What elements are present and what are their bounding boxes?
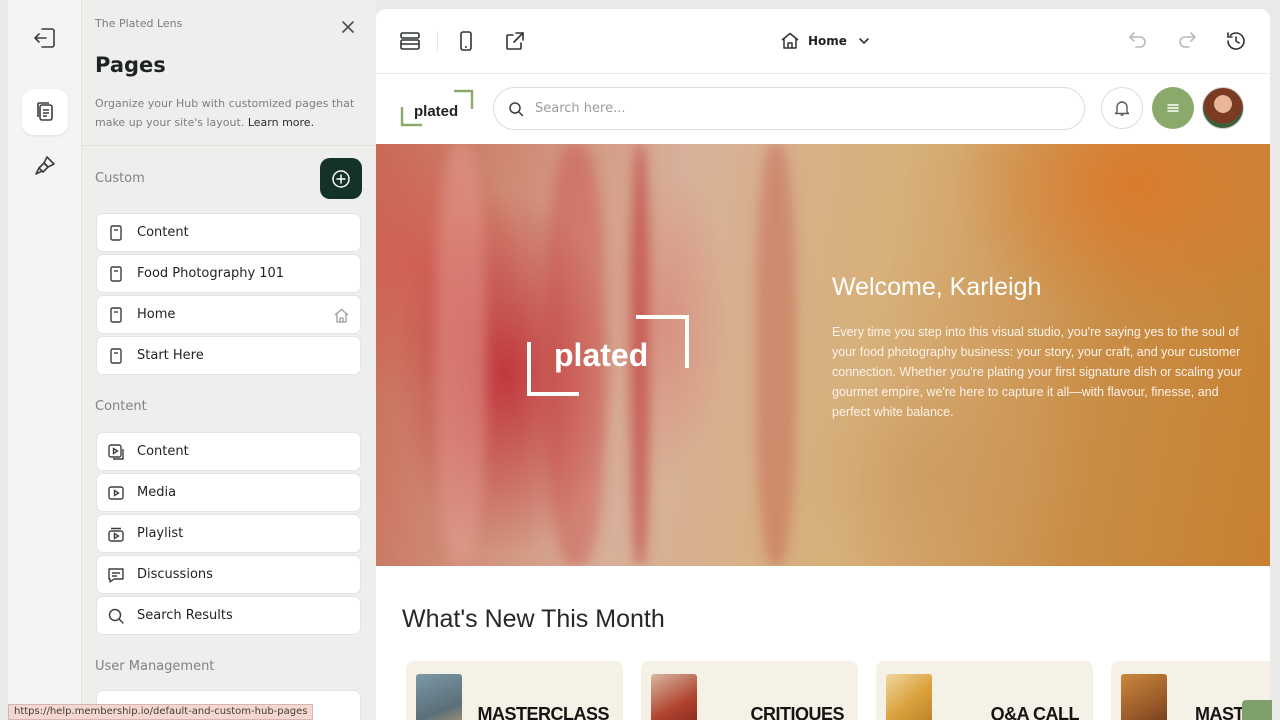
mobile-view-icon[interactable] bbox=[454, 29, 478, 53]
history-icon[interactable] bbox=[1224, 29, 1248, 53]
help-widget-button[interactable] bbox=[1242, 700, 1272, 720]
page-icon bbox=[107, 224, 125, 242]
hamburger-icon bbox=[1167, 104, 1179, 112]
hero-texture bbox=[756, 144, 796, 566]
add-page-button[interactable] bbox=[320, 158, 362, 199]
card-qa-call[interactable]: Q&A CALL bbox=[876, 661, 1093, 720]
home-icon bbox=[780, 31, 800, 51]
card-thumbnail bbox=[886, 674, 932, 720]
hero-title: Welcome, Karleigh bbox=[832, 273, 1042, 301]
page-icon bbox=[107, 347, 125, 365]
content-page-discussions[interactable]: Discussions bbox=[96, 555, 361, 594]
search-placeholder: Search here... bbox=[535, 101, 626, 116]
chat-icon bbox=[107, 566, 125, 584]
desktop-layout-icon[interactable] bbox=[398, 29, 422, 53]
page-label: Content bbox=[137, 225, 189, 240]
undo-icon[interactable] bbox=[1126, 29, 1150, 53]
card-thumbnail bbox=[416, 674, 462, 720]
card-thumbnail bbox=[651, 674, 697, 720]
custom-page-start-here[interactable]: Start Here bbox=[96, 336, 361, 375]
custom-page-food-photography-101[interactable]: Food Photography 101 bbox=[96, 254, 361, 293]
content-page-content[interactable]: Content bbox=[96, 432, 361, 471]
card-masterclass[interactable]: MASTERCLASS bbox=[406, 661, 623, 720]
redo-icon[interactable] bbox=[1175, 29, 1199, 53]
hero-banner: plated Welcome, Karleigh Every time you … bbox=[376, 144, 1270, 566]
learn-more-link[interactable]: Learn more. bbox=[248, 116, 314, 129]
page-label: Start Here bbox=[137, 348, 204, 363]
hero-texture bbox=[436, 144, 486, 566]
page-label: Search Results bbox=[137, 608, 233, 623]
card-critiques[interactable]: CRITIQUES bbox=[641, 661, 858, 720]
page-icon bbox=[107, 306, 125, 324]
status-url-tooltip: https://help.membership.io/default-and-c… bbox=[8, 704, 314, 720]
current-page-label: Home bbox=[808, 34, 847, 48]
hero-logo: plated bbox=[526, 314, 690, 396]
plus-circle-icon bbox=[332, 169, 350, 188]
search-icon bbox=[508, 101, 524, 117]
content-page-media[interactable]: Media bbox=[96, 473, 361, 512]
editor-toolbar: Home bbox=[376, 9, 1270, 74]
page-label: Media bbox=[137, 485, 177, 500]
site-header: plated Search here... bbox=[376, 74, 1270, 144]
content-play-icon bbox=[107, 443, 125, 461]
section-label-custom: Custom bbox=[95, 171, 145, 186]
panel-description: Organize your Hub with customized pages … bbox=[95, 94, 357, 132]
page-label: Home bbox=[137, 307, 176, 322]
content-page-search-results[interactable]: Search Results bbox=[96, 596, 361, 635]
site-logo[interactable]: plated bbox=[400, 89, 478, 127]
chevron-down-icon bbox=[857, 34, 871, 48]
section-label-content: Content bbox=[95, 399, 147, 414]
whats-new-title: What's New This Month bbox=[402, 605, 665, 633]
section-label-user-management: User Management bbox=[95, 659, 215, 674]
card-thumbnail bbox=[1121, 674, 1167, 720]
page-label: Discussions bbox=[137, 567, 213, 582]
page-title: Pages bbox=[95, 53, 166, 77]
search-icon bbox=[107, 607, 125, 625]
site-name: The Plated Lens bbox=[95, 17, 183, 30]
open-external-icon[interactable] bbox=[503, 29, 527, 53]
editor-preview: Home plated Search here... plated Welcom… bbox=[376, 9, 1270, 720]
custom-page-content[interactable]: Content bbox=[96, 213, 361, 252]
icon-rail bbox=[8, 0, 82, 720]
card-label: CRITIQUES bbox=[750, 704, 844, 720]
page-label: Playlist bbox=[137, 526, 184, 541]
logo-text: plated bbox=[414, 103, 458, 120]
hero-text: Every time you step into this visual stu… bbox=[832, 325, 1242, 419]
page-icon bbox=[107, 265, 125, 283]
description-text: Organize your Hub with customized pages … bbox=[95, 97, 355, 129]
playlist-icon bbox=[107, 525, 125, 543]
close-icon[interactable] bbox=[340, 19, 356, 35]
custom-page-home[interactable]: Home bbox=[96, 295, 361, 334]
page-label: Content bbox=[137, 444, 189, 459]
home-indicator-icon bbox=[333, 307, 350, 324]
toolbar-divider bbox=[437, 31, 438, 51]
notifications-button[interactable] bbox=[1101, 87, 1143, 129]
avatar[interactable] bbox=[1202, 87, 1244, 129]
design-brush-icon[interactable] bbox=[22, 143, 68, 189]
menu-button[interactable] bbox=[1152, 87, 1194, 129]
content-page-playlist[interactable]: Playlist bbox=[96, 514, 361, 553]
card-label: MASTERCLASS bbox=[477, 704, 609, 720]
media-icon bbox=[107, 484, 125, 502]
pages-panel: The Plated Lens Pages Organize your Hub … bbox=[82, 0, 376, 720]
page-selector[interactable]: Home bbox=[780, 29, 871, 53]
bell-icon bbox=[1114, 101, 1130, 116]
hero-logo-text: plated bbox=[554, 337, 648, 373]
page-label: Food Photography 101 bbox=[137, 266, 285, 281]
pages-icon[interactable] bbox=[22, 89, 68, 135]
site-search-input[interactable]: Search here... bbox=[493, 87, 1085, 130]
card-label: Q&A CALL bbox=[990, 704, 1080, 720]
exit-icon[interactable] bbox=[22, 15, 68, 61]
